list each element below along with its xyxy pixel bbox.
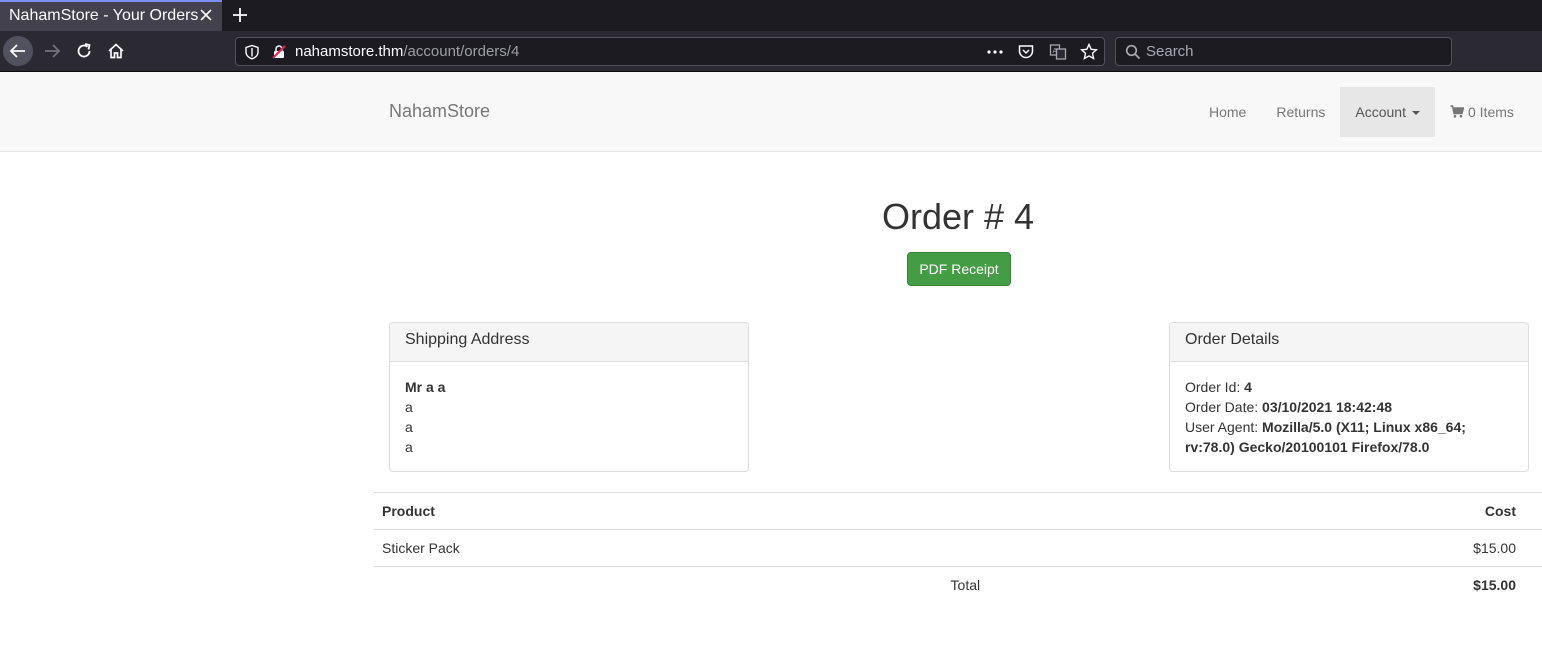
product-cost-cell: $15.00 [1016,529,1542,567]
shipping-line-1: a [405,399,413,415]
browser-tab-bar: NahamStore - Your Orders [0,0,1542,31]
url-text[interactable]: nahamstore.thm/account/orders/4 [295,43,519,60]
site-brand-link[interactable]: NahamStore [389,101,490,122]
shopping-cart-icon [1450,88,1465,138]
order-id-label: Order Id: [1185,379,1241,395]
nav-account-label: Account [1355,104,1406,120]
browser-tab-active[interactable]: NahamStore - Your Orders [0,0,222,31]
total-label: Total [374,566,1017,604]
shipping-name: Mr a a [405,379,446,395]
insecure-lock-icon[interactable] [271,44,287,65]
shipping-address-heading: Shipping Address [390,323,748,362]
caret-down-icon [1411,111,1420,115]
arrow-left-icon [9,44,25,58]
close-tab-icon[interactable] [198,7,214,23]
table-row: Sticker Pack $15.00 [374,529,1542,567]
site-nav-links: Home Returns Account 0 Items [1194,87,1529,137]
order-details-heading: Order Details [1170,323,1528,362]
url-bar[interactable]: nahamstore.thm/account/orders/4 A [235,37,1105,66]
total-value-cell: $15.00 [1016,566,1542,604]
search-icon [1125,44,1141,65]
column-header-cost: Cost [1016,492,1542,530]
nav-cart-link[interactable]: 0 Items [1435,87,1529,137]
url-bar-actions: A [977,42,1099,61]
total-value: $15.00 [1473,577,1516,594]
order-date-value: 03/10/2021 18:42:48 [1262,399,1393,415]
order-details-body: Order Id: 4 Order Date: 03/10/2021 18:42… [1170,362,1528,472]
page-title: Order # 4 [881,196,1035,237]
reload-icon [77,43,91,58]
more-actions-icon[interactable] [986,43,1004,66]
order-items-table: Product Cost Sticker Pack $15.00 Total $… [374,492,1542,604]
back-button[interactable] [3,36,33,66]
new-tab-icon[interactable] [231,6,249,24]
svg-text:A: A [1052,47,1057,55]
user-agent-label: User Agent: [1185,419,1259,435]
tracking-shield-icon[interactable] [244,44,260,65]
order-id-value: 4 [1244,379,1252,395]
home-button[interactable] [101,36,131,66]
pdf-receipt-button[interactable]: PDF Receipt [907,252,1011,286]
bookmark-star-icon[interactable] [1079,42,1099,66]
nav-account-dropdown[interactable]: Account [1340,87,1435,137]
shipping-line-2: a [405,419,413,435]
shipping-line-3: a [405,439,413,455]
forward-button[interactable] [37,36,67,66]
tab-title: NahamStore - Your Orders [9,7,199,24]
home-icon [108,43,124,59]
order-details-panel: Order Details Order Id: 4 Order Date: 03… [1169,322,1529,472]
browser-toolbar: nahamstore.thm/account/orders/4 A [0,31,1542,72]
total-row: Total $15.00 [374,566,1542,604]
cart-count-label: 0 Items [1467,104,1514,120]
shipping-address-body: Mr a a a a a [390,362,748,472]
url-path: /account/orders/4 [403,43,520,60]
reload-button[interactable] [69,36,99,66]
pocket-icon[interactable] [1017,43,1035,66]
column-header-product: Product [374,492,1017,530]
browser-search-bar[interactable] [1115,37,1452,66]
nav-returns-link[interactable]: Returns [1261,87,1340,137]
url-host: nahamstore.thm [295,43,404,60]
product-name-cell: Sticker Pack [374,529,1017,567]
nav-home-link[interactable]: Home [1194,87,1261,137]
search-input[interactable] [1146,41,1436,62]
arrow-right-icon [45,44,61,58]
translate-icon[interactable]: A [1049,43,1067,66]
site-navbar: NahamStore Home Returns Account 0 Items [0,72,1542,152]
order-date-label: Order Date: [1185,399,1259,415]
table-header-row: Product Cost [374,492,1542,530]
shipping-address-panel: Shipping Address Mr a a a a a [389,322,749,472]
